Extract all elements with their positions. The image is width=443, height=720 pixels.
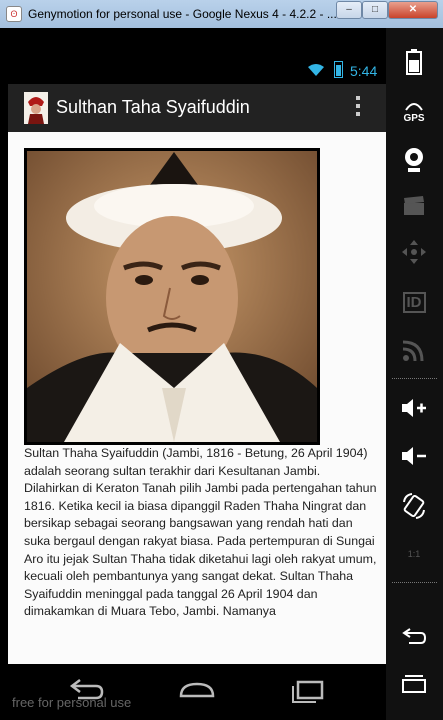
- minimize-button[interactable]: –: [336, 1, 362, 19]
- volume-down-icon: [402, 447, 426, 465]
- recent-apps-icon[interactable]: [288, 676, 328, 704]
- overflow-menu-icon[interactable]: [351, 96, 365, 120]
- clock: 5:44: [350, 63, 378, 79]
- volume-down-button[interactable]: [396, 438, 432, 474]
- genymotion-icon: ʘ: [6, 6, 22, 22]
- rotate-icon: [403, 493, 425, 519]
- gps-signal-icon: [405, 103, 423, 111]
- rss-icon: [403, 340, 424, 361]
- maximize-button[interactable]: □: [362, 1, 388, 19]
- gps-button[interactable]: GPS: [396, 94, 432, 130]
- gps-label: GPS: [403, 112, 425, 124]
- menu-icon: [402, 675, 426, 693]
- app-logo-icon[interactable]: [24, 92, 48, 124]
- battery-widget-button[interactable]: [396, 44, 432, 80]
- emulator-toolbar: GPS ID 1:1: [386, 28, 443, 720]
- window-title: Genymotion for personal use - Google Nex…: [28, 7, 337, 21]
- navigation-bar: free for personal use: [8, 664, 386, 720]
- dpad-button[interactable]: [396, 234, 432, 270]
- action-bar: Sulthan Taha Syaifuddin: [8, 84, 386, 132]
- article-text: Sultan Thaha Syaifuddin (Jambi, 1816 - B…: [24, 446, 377, 619]
- close-button[interactable]: ✕: [388, 1, 438, 19]
- volume-up-button[interactable]: [396, 390, 432, 426]
- wifi-icon: [308, 64, 324, 76]
- device-frame: 5:44 Sulthan Taha Syaifuddin Sultan Thah…: [0, 28, 443, 720]
- clapperboard-icon: [404, 196, 424, 215]
- toolbar-divider: [392, 582, 437, 583]
- ratio-label: 1:1: [407, 549, 421, 559]
- watermark-text: free for personal use: [12, 695, 132, 710]
- android-screen: 5:44 Sulthan Taha Syaifuddin Sultan Thah…: [8, 56, 386, 720]
- webcam-icon: [405, 148, 423, 172]
- rss-button[interactable]: [396, 332, 432, 368]
- portrait-image: [24, 148, 320, 445]
- webcam-button[interactable]: [396, 142, 432, 178]
- battery-widget-icon: [406, 49, 422, 75]
- page-title: Sulthan Taha Syaifuddin: [56, 97, 250, 117]
- device-id-button[interactable]: ID: [396, 284, 432, 320]
- toolbar-divider: [392, 378, 437, 379]
- pixel-perfect-button[interactable]: 1:1: [396, 536, 432, 572]
- menu-hardware-button[interactable]: [396, 666, 432, 702]
- back-arrow-icon: [402, 628, 427, 644]
- screencast-button[interactable]: [396, 188, 432, 224]
- dpad-icon: [402, 240, 426, 264]
- volume-up-icon: [402, 399, 426, 417]
- status-bar: 5:44: [8, 56, 386, 84]
- id-label: ID: [402, 291, 426, 313]
- battery-icon: [334, 61, 343, 78]
- article-content[interactable]: Sultan Thaha Syaifuddin (Jambi, 1816 - B…: [8, 132, 386, 664]
- back-hardware-button[interactable]: [396, 618, 432, 654]
- window-titlebar: ʘ Genymotion for personal use - Google N…: [0, 0, 443, 29]
- home-icon[interactable]: [177, 676, 217, 704]
- rotate-button[interactable]: [396, 488, 432, 524]
